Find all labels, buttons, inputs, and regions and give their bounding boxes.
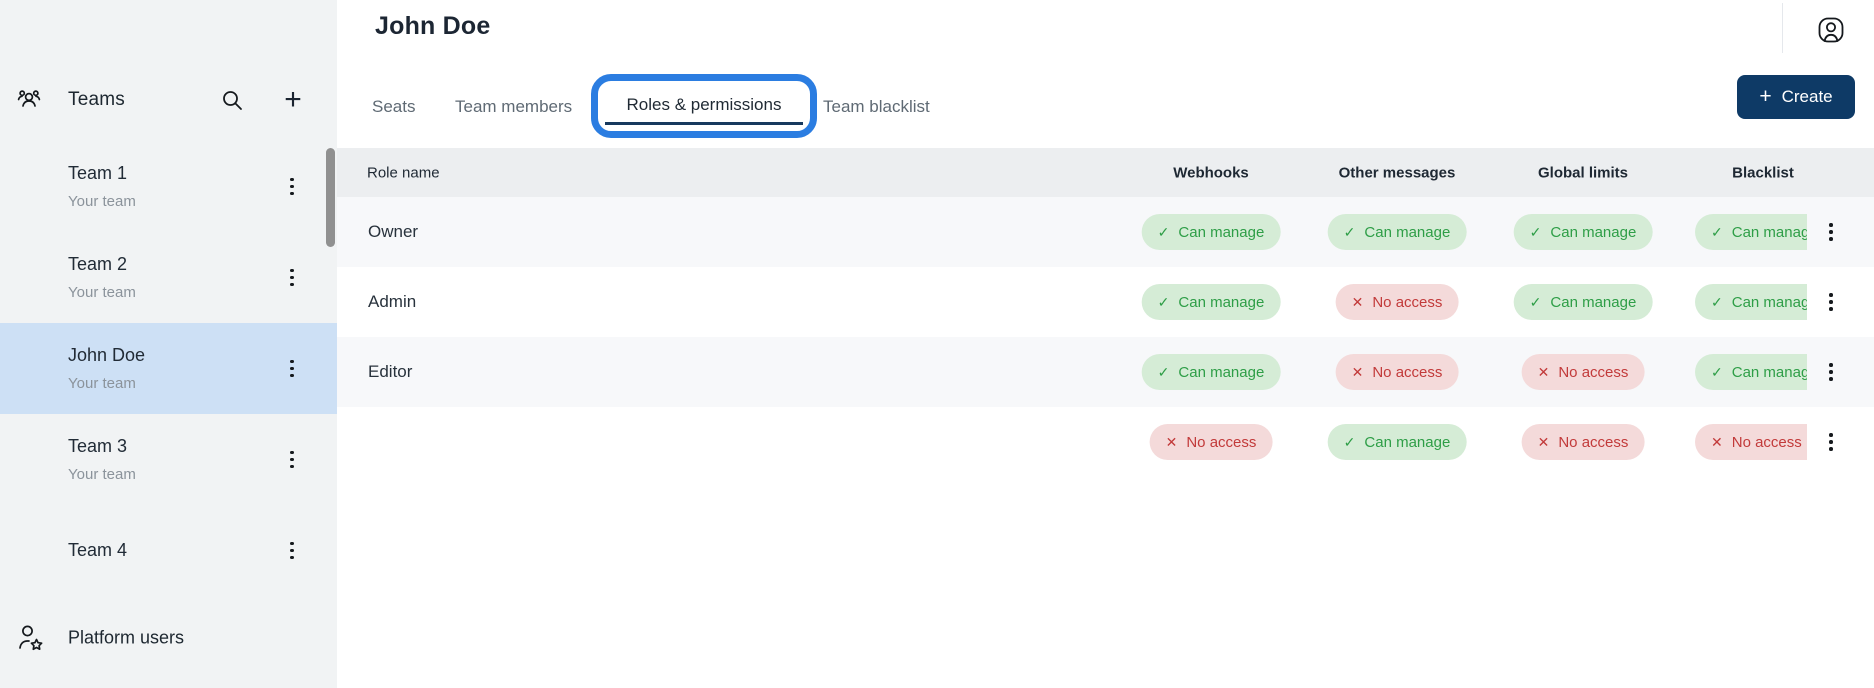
- kebab-menu-icon[interactable]: [1819, 290, 1843, 314]
- column-header-global-limits: Global limits: [1538, 164, 1628, 181]
- permission-badge: Can manage: [1695, 354, 1807, 390]
- permission-badge: No access: [1522, 354, 1645, 390]
- platform-users-icon: [17, 623, 45, 653]
- kebab-menu-icon[interactable]: [280, 448, 304, 472]
- sidebar-item-platform-users[interactable]: Platform users: [0, 610, 337, 666]
- table-header-row: Role name Webhooks Other messages Global…: [337, 148, 1874, 197]
- permission-badge: No access: [1336, 284, 1459, 320]
- create-button-label: Create: [1782, 87, 1833, 107]
- team-subtitle: Your team: [68, 375, 145, 392]
- team-name: Team 4: [68, 540, 127, 561]
- team-name: Team 2: [68, 254, 136, 275]
- permission-badge: Can manage: [1328, 424, 1467, 460]
- tab-team-blacklist[interactable]: Team blacklist: [823, 88, 930, 125]
- tab-roles-permissions[interactable]: Roles & permissions: [605, 88, 803, 125]
- permission-badge: Can manage: [1142, 214, 1281, 250]
- role-name-cell: Owner: [368, 222, 418, 242]
- role-name-cell: Admin: [368, 292, 416, 312]
- blacklist-cell: No access: [1695, 424, 1807, 460]
- tab-seats[interactable]: Seats: [372, 88, 415, 125]
- column-header-webhooks: Webhooks: [1173, 164, 1249, 181]
- kebab-menu-icon[interactable]: [1819, 430, 1843, 454]
- kebab-menu-icon[interactable]: [280, 266, 304, 290]
- blacklist-cell: Can manage: [1695, 214, 1807, 250]
- teams-group-icon: [16, 87, 42, 113]
- tab-team-members[interactable]: Team members: [455, 88, 572, 125]
- blacklist-cell: Can manage: [1695, 284, 1807, 320]
- permission-badge: Can manage: [1514, 284, 1653, 320]
- user-account-button[interactable]: [1818, 17, 1844, 43]
- kebab-menu-icon[interactable]: [280, 539, 304, 563]
- team-name: Team 3: [68, 436, 136, 457]
- table-row: Owner Can manage Can manage Can manage C…: [337, 197, 1874, 267]
- team-name: Team 1: [68, 163, 136, 184]
- sidebar-item-team-3[interactable]: Team 3 Your team: [0, 414, 337, 505]
- search-icon: [220, 88, 244, 112]
- team-subtitle: Your team: [68, 466, 136, 483]
- plus-icon: +: [1759, 86, 1771, 107]
- user-avatar-icon: [1818, 17, 1844, 43]
- sidebar-header: Teams +: [0, 76, 337, 124]
- team-name: John Doe: [68, 345, 145, 366]
- permission-badge: No access: [1522, 424, 1645, 460]
- kebab-menu-icon[interactable]: [1819, 360, 1843, 384]
- permission-badge: Can manage: [1695, 284, 1807, 320]
- column-header-other-messages: Other messages: [1339, 164, 1456, 181]
- sidebar-item-john-doe[interactable]: John Doe Your team: [0, 323, 337, 414]
- column-header-role-name: Role name: [367, 164, 440, 181]
- page-title: John Doe: [375, 12, 491, 41]
- sidebar-item-team-1[interactable]: Team 1 Your team: [0, 141, 337, 232]
- kebab-menu-icon[interactable]: [280, 175, 304, 199]
- permission-badge: No access: [1336, 354, 1459, 390]
- main-content: John Doe Seats Team members Roles & perm…: [337, 0, 1874, 688]
- sidebar-title: Teams: [68, 89, 125, 111]
- team-list: Team 1 Your team Team 2 Your team John D…: [0, 141, 337, 596]
- column-header-blacklist: Blacklist: [1732, 164, 1794, 181]
- permission-badge: Can manage: [1514, 214, 1653, 250]
- plus-icon: +: [284, 83, 302, 116]
- table-row: Admin Can manage No access Can manage Ca…: [337, 267, 1874, 337]
- table-row: Editor Can manage No access No access Ca…: [337, 337, 1874, 407]
- role-name-cell: Editor: [368, 362, 412, 382]
- kebab-menu-icon[interactable]: [1819, 220, 1843, 244]
- permission-badge: Can manage: [1695, 214, 1807, 250]
- kebab-menu-icon[interactable]: [280, 357, 304, 381]
- header-divider: [1782, 3, 1783, 53]
- add-team-button[interactable]: +: [278, 83, 308, 117]
- search-button[interactable]: [220, 88, 244, 112]
- team-subtitle: Your team: [68, 193, 136, 210]
- team-subtitle: Your team: [68, 284, 136, 301]
- create-button[interactable]: + Create: [1737, 75, 1855, 119]
- blacklist-cell: Can manage: [1695, 354, 1807, 390]
- permission-badge: Can manage: [1142, 284, 1281, 320]
- sidebar-item-team-2[interactable]: Team 2 Your team: [0, 232, 337, 323]
- permission-badge: No access: [1150, 424, 1273, 460]
- platform-users-label: Platform users: [68, 628, 184, 649]
- permission-badge: No access: [1695, 424, 1807, 460]
- permission-badge: Can manage: [1328, 214, 1467, 250]
- sidebar-item-team-4[interactable]: Team 4: [0, 505, 337, 596]
- permission-badge: Can manage: [1142, 354, 1281, 390]
- sidebar: Teams + Team 1 Your team Team 2 Your tea…: [0, 0, 337, 688]
- table-row: No access Can manage No access No access: [337, 407, 1874, 477]
